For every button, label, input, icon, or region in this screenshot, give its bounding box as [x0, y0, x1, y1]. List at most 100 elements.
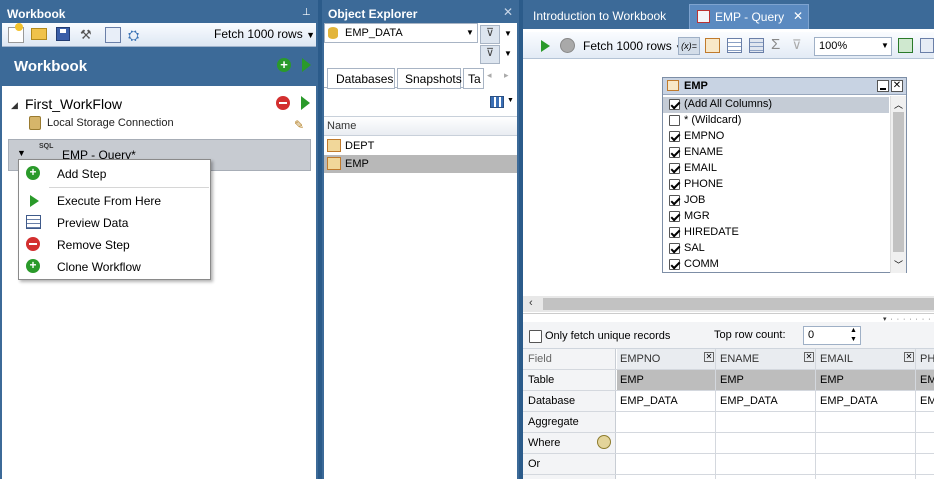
column-checkbox[interactable] — [669, 131, 680, 142]
tab-snapshots[interactable]: Snapshots — [397, 68, 462, 89]
canvas-hscroll[interactable]: ‹ — [523, 296, 934, 312]
close-icon[interactable]: ✕ — [503, 5, 513, 19]
add-table-icon[interactable] — [705, 38, 720, 53]
remove-step-icon — [26, 237, 40, 251]
expand-arrow-icon[interactable]: ◢ — [11, 100, 18, 111]
tab-databases[interactable]: Databases — [327, 68, 395, 89]
join-icon[interactable] — [727, 38, 742, 53]
chevron-down-icon[interactable]: ▼ — [504, 49, 512, 58]
column-checkbox[interactable] — [669, 179, 680, 190]
grid-column-empno[interactable]: EMPNO ✕ EMP EMP_DATA — [617, 349, 716, 479]
remove-column-icon[interactable]: ✕ — [704, 352, 714, 362]
spin-up-icon[interactable]: ▲ — [850, 327, 857, 334]
fetch-rows-label: Fetch 1000 rows — [583, 39, 672, 53]
fetch-rows-dropdown[interactable]: Fetch 1000 rows ▼ — [214, 27, 315, 41]
workbook-header: Workbook — [14, 58, 88, 75]
grid-column-ename[interactable]: ENAME ✕ EMP EMP_DATA — [717, 349, 816, 479]
scroll-thumb[interactable] — [893, 112, 904, 252]
database-value: EM — [920, 395, 934, 407]
edit-connection-icon[interactable]: ✎ — [294, 118, 304, 132]
scroll-down-icon[interactable]: ﹀ — [894, 258, 903, 271]
add-workflow-button[interactable]: + — [277, 58, 291, 72]
database-selector[interactable]: EMP_DATA ▼ — [324, 23, 478, 43]
grid-column-email[interactable]: EMAIL ✕ EMP EMP_DATA — [817, 349, 916, 479]
filter-button[interactable]: ⊽ — [480, 25, 500, 44]
tabs-scroll-left-icon[interactable]: ◂ — [487, 70, 492, 81]
tab-emp-query[interactable]: EMP - Query ✕ — [689, 4, 809, 29]
emp-box-header[interactable]: EMP ✕ — [663, 78, 906, 95]
collapse-arrow-icon[interactable]: ▼ — [17, 148, 26, 158]
column-checkbox[interactable] — [669, 115, 680, 126]
column-checkbox[interactable] — [669, 147, 680, 158]
scroll-left-icon[interactable]: ‹ — [529, 297, 533, 309]
menu-item-execute-from-here[interactable]: Execute From Here — [57, 194, 161, 208]
connect-icon[interactable]: ⛭ — [128, 27, 144, 43]
top-row-count-input[interactable]: 0 ▲ ▼ — [803, 326, 861, 345]
minimize-icon[interactable] — [877, 80, 889, 92]
remove-column-icon[interactable]: ✕ — [904, 352, 914, 362]
remove-column-icon[interactable]: ✕ — [804, 352, 814, 362]
table-item-emp[interactable]: EMP — [324, 155, 517, 173]
close-tab-icon[interactable]: ✕ — [793, 9, 803, 23]
column-label: EMAIL — [684, 162, 718, 174]
report-icon[interactable] — [105, 27, 121, 43]
column-checkbox[interactable] — [669, 211, 680, 222]
pin-icon[interactable]: ⊥ — [302, 7, 311, 18]
menu-item-add-step[interactable]: Add Step — [57, 167, 106, 181]
zoom-select[interactable]: 100% ▼ — [814, 37, 892, 56]
query-editor: Fetch 1000 rows ▼ (x)= Σ ⊽ 100% ▼ EMP ✕ — [523, 29, 934, 479]
layout-icon[interactable] — [920, 38, 934, 53]
tabs-scroll-right-icon[interactable]: ▸ — [504, 70, 509, 81]
emp-table-box[interactable]: EMP ✕ (Add All Columns) * (Wildcard) EMP… — [662, 77, 907, 273]
scroll-up-icon[interactable]: ︿ — [894, 98, 903, 111]
column-checkbox[interactable] — [669, 227, 680, 238]
execute-icon[interactable] — [541, 40, 550, 52]
table-value: EMP — [720, 374, 744, 386]
emp-box-scrollbar[interactable]: ︿ ﹀ — [890, 96, 906, 273]
close-icon[interactable]: ✕ — [891, 80, 903, 92]
chevron-down-icon[interactable]: ▼ — [507, 97, 514, 104]
open-folder-icon[interactable] — [31, 28, 47, 40]
where-builder-icon[interactable] — [597, 435, 611, 449]
view-toggle-icon[interactable] — [490, 96, 504, 108]
splitter[interactable]: ▾ · · · · · · · — [523, 313, 934, 323]
variable-button[interactable]: (x)= — [678, 37, 700, 55]
add-step-icon: + — [26, 166, 40, 180]
tools-icon[interactable]: ⚒ — [80, 27, 96, 43]
chevron-down-icon[interactable]: ▼ — [504, 29, 512, 38]
row-label-database: Database — [528, 395, 576, 407]
new-icon[interactable] — [8, 23, 24, 43]
workflow-name[interactable]: First_WorkFlow — [25, 96, 122, 112]
tab-tables[interactable]: Ta — [463, 68, 484, 89]
run-workflow-icon[interactable] — [301, 96, 310, 110]
table-item-dept[interactable]: DEPT — [324, 137, 517, 155]
column-checkbox[interactable] — [669, 163, 680, 174]
save-icon[interactable] — [56, 27, 70, 41]
fetch-rows-dropdown[interactable]: Fetch 1000 rows ▼ — [583, 39, 683, 53]
run-all-icon[interactable] — [302, 58, 311, 72]
context-menu: + Add Step Execute From Here Preview Dat… — [18, 159, 211, 280]
filter-icon[interactable]: ⊽ — [792, 37, 802, 53]
hscroll-thumb[interactable] — [543, 298, 934, 310]
unique-records-checkbox[interactable] — [529, 330, 542, 343]
table-name: EMP — [345, 158, 369, 170]
explorer-body: EMP_DATA ▼ ⊽ ▼ ⊽ ▼ Databases Snapshots T… — [324, 23, 517, 479]
grid-column-phone[interactable]: PHO EM EM — [917, 349, 934, 479]
remove-workflow-button[interactable] — [276, 96, 290, 110]
stop-icon[interactable] — [560, 38, 575, 53]
export-icon[interactable] — [898, 38, 913, 53]
column-checkbox[interactable] — [669, 259, 680, 270]
column-checkbox[interactable] — [669, 99, 680, 110]
column-label: ENAME — [684, 146, 724, 158]
spin-down-icon[interactable]: ▼ — [850, 336, 857, 343]
column-checkbox[interactable] — [669, 243, 680, 254]
tab-introduction[interactable]: Introduction to Workbook — [533, 9, 666, 23]
sum-icon[interactable]: Σ — [771, 36, 780, 53]
menu-item-preview-data[interactable]: Preview Data — [57, 216, 128, 230]
menu-item-remove-step[interactable]: Remove Step — [57, 238, 130, 252]
column-checkbox[interactable] — [669, 195, 680, 206]
menu-item-clone-workflow[interactable]: Clone Workflow — [57, 260, 141, 274]
menu-separator — [49, 187, 209, 188]
grid-icon[interactable] — [749, 38, 764, 53]
filter-button-2[interactable]: ⊽ — [480, 45, 500, 64]
